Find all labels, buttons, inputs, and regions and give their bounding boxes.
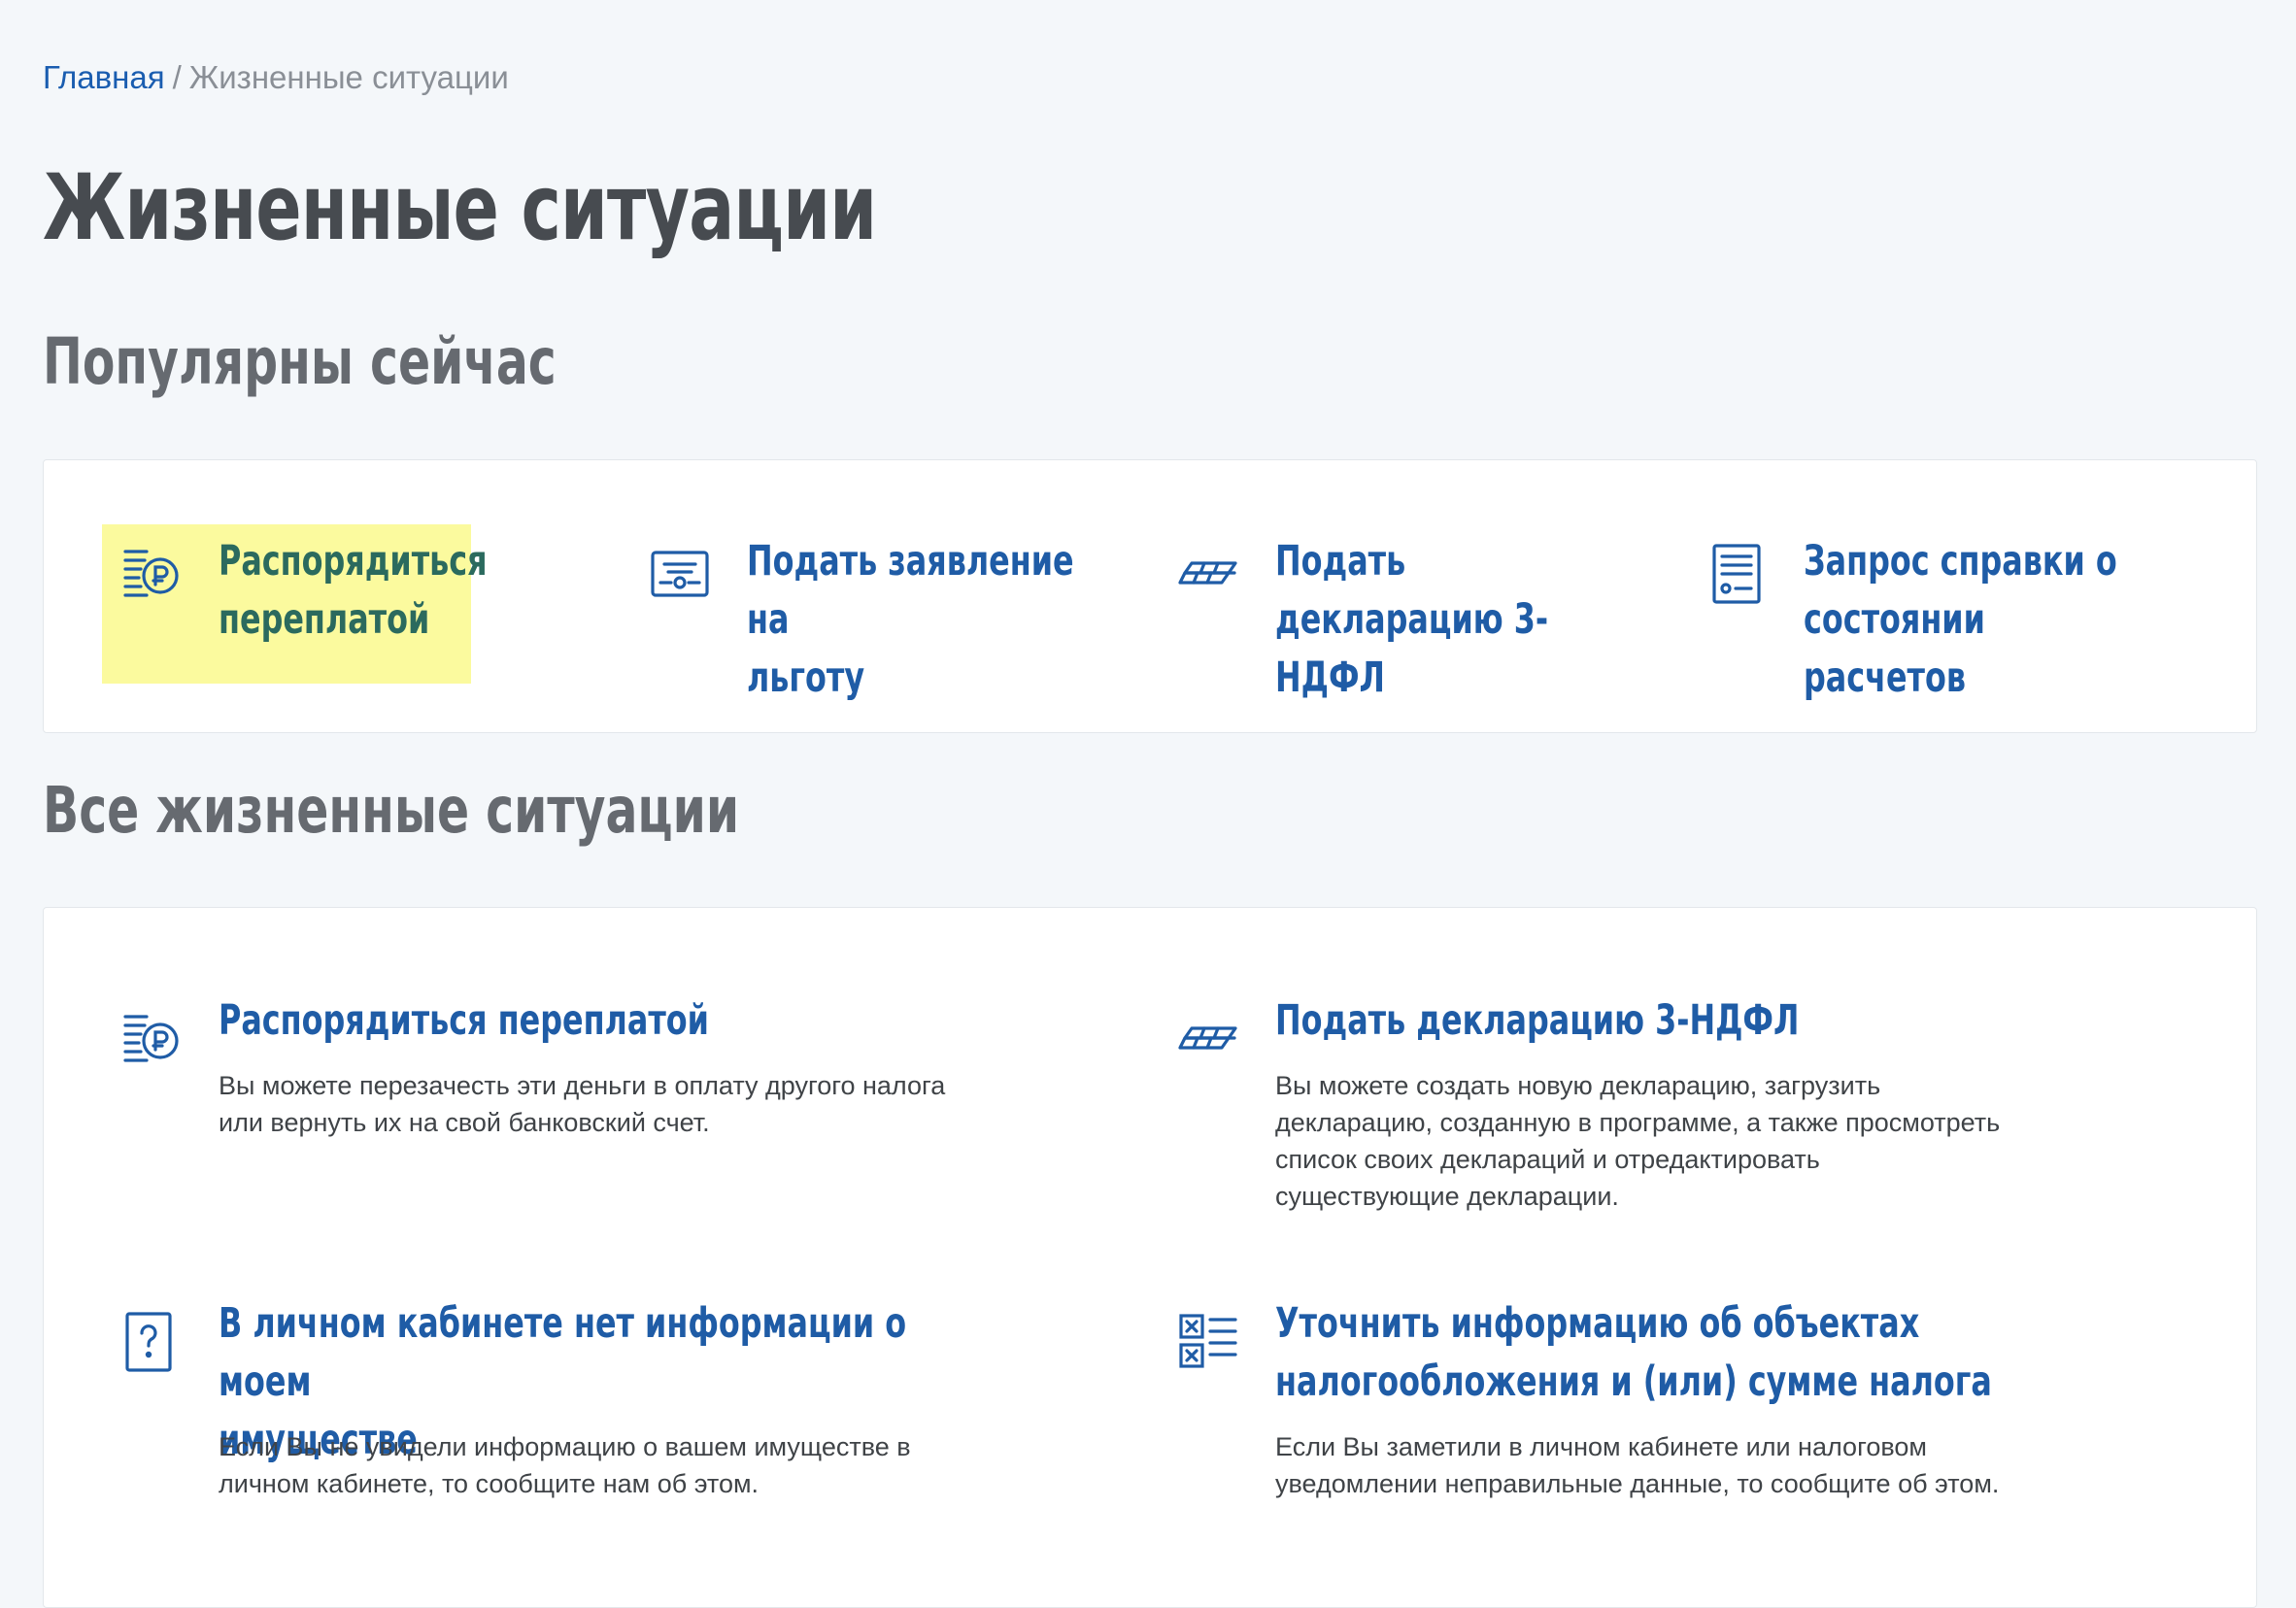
coins-ruble-icon <box>121 544 182 604</box>
popular-item-label: Подать заявление на льготу <box>747 537 1074 702</box>
all-item-description: Если Вы не увидели информацию о вашем им… <box>219 1432 911 1498</box>
coins-ruble-icon <box>121 1009 182 1069</box>
certificate-icon <box>650 544 710 604</box>
all-item-title[interactable]: Подать декларацию 3-НДФЛ <box>1275 991 2066 1050</box>
breadcrumb-home-link[interactable]: Главная <box>43 59 165 95</box>
documents-stack-icon <box>1178 1009 1238 1069</box>
breadcrumb-separator: / <box>172 59 182 95</box>
breadcrumb: Главная / Жизненные ситуации <box>43 56 509 99</box>
all-panel: Распорядиться переплатой Вы можете перез… <box>43 907 2257 1608</box>
popular-item-statement[interactable]: Запрос справки о состоянии расчетов <box>1687 524 2117 702</box>
page-title: Жизненные ситуации <box>43 155 877 261</box>
all-heading: Все жизненные ситуации <box>43 773 740 848</box>
popular-item-benefit[interactable]: Подать заявление на льготу <box>630 524 1074 702</box>
all-item-description: Вы можете создать новую декларацию, загр… <box>1275 1071 2001 1211</box>
popular-item-label: Распорядиться переплатой <box>219 537 488 644</box>
popular-panel: Распорядиться переплатой Подать заявлени… <box>43 459 2257 733</box>
popular-item-label: Подать декларацию 3- НДФЛ <box>1275 537 1549 702</box>
popular-heading: Популярны сейчас <box>43 324 557 399</box>
popular-item-declaration[interactable]: Подать декларацию 3- НДФЛ <box>1159 524 1548 702</box>
all-item-description: Вы можете перезачесть эти деньги в оплат… <box>219 1071 946 1137</box>
document-list-icon <box>1706 544 1767 604</box>
all-item-description: Если Вы заметили в личном кабинете или н… <box>1275 1432 2000 1498</box>
checklist-icon <box>1178 1312 1238 1372</box>
popular-item-label: Запрос справки о состоянии расчетов <box>1804 537 2117 702</box>
all-item-title[interactable]: Уточнить информацию об объектах налогооб… <box>1275 1294 2066 1411</box>
popular-item-overpayment[interactable]: Распорядиться переплатой <box>102 524 488 684</box>
all-item-title[interactable]: Распорядиться переплатой <box>219 991 1009 1050</box>
question-document-icon <box>121 1312 182 1372</box>
documents-stack-icon <box>1178 544 1238 604</box>
breadcrumb-current: Жизненные ситуации <box>188 59 509 95</box>
